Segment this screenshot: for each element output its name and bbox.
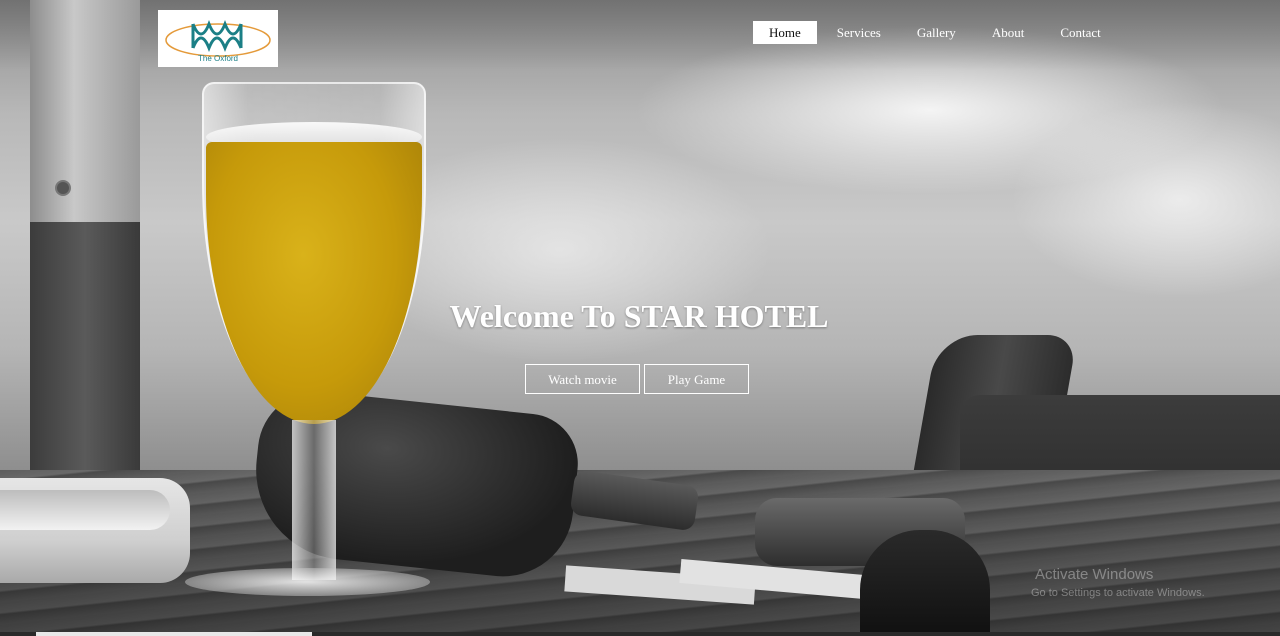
watermark-line1: Activate Windows — [1035, 566, 1154, 583]
logo-text: The Oxford — [198, 54, 238, 63]
site-logo[interactable]: The Oxford — [158, 10, 278, 67]
hero-title: Welcome To STAR HOTEL — [449, 298, 829, 334]
dna-logo-icon: The Oxford — [165, 19, 271, 63]
pole-screw — [55, 180, 71, 196]
umbrella-pole-wrap — [30, 222, 140, 480]
main-nav: Home Services Gallery About Contact — [753, 21, 1117, 44]
nav-services[interactable]: Services — [821, 21, 897, 44]
glass-stem — [292, 420, 336, 580]
ashtray-inner — [0, 490, 170, 530]
glass-foot — [185, 568, 430, 596]
orange-juice — [206, 142, 422, 424]
hero-buttons: Watch movie Play Game — [525, 364, 749, 394]
chair-leg — [860, 530, 990, 636]
nav-about[interactable]: About — [976, 21, 1041, 44]
nav-home[interactable]: Home — [753, 21, 817, 44]
scrollbar-thumb[interactable] — [36, 632, 312, 636]
nav-gallery[interactable]: Gallery — [901, 21, 972, 44]
watermark-line2: Go to Settings to activate Windows. — [1031, 587, 1205, 599]
nav-contact[interactable]: Contact — [1044, 21, 1116, 44]
os-activation-watermark: Activate Windows Go to Settings to activ… — [1031, 566, 1205, 599]
watch-movie-button[interactable]: Watch movie — [525, 364, 640, 394]
play-game-button[interactable]: Play Game — [644, 364, 749, 394]
